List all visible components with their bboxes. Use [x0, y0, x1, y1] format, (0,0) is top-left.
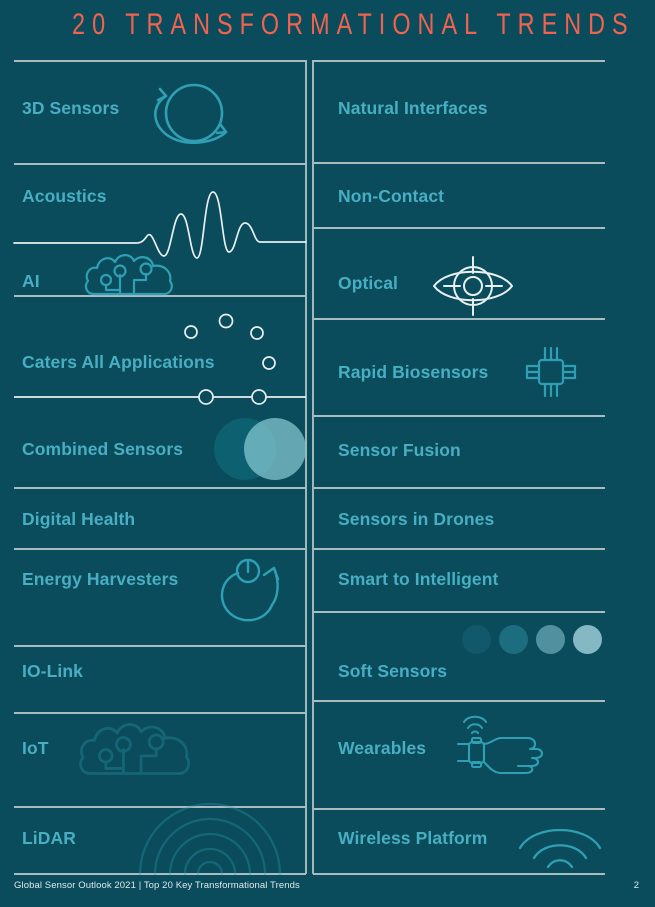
divider-left-0	[14, 60, 306, 62]
concentric-arcs-icon	[130, 802, 290, 876]
divider-left-5	[14, 487, 306, 489]
row-label-lidar[interactable]: LiDAR	[22, 828, 76, 849]
gradient-dots-icon	[462, 623, 607, 655]
cloud-circuit-brain-icon	[84, 250, 176, 296]
divider-right-0	[313, 60, 605, 62]
row-label-caters-all-applications[interactable]: Caters All Applications	[22, 352, 215, 373]
divider-right-10	[313, 873, 605, 875]
row-label-smart-to-intelligent[interactable]: Smart to Intelligent	[338, 569, 498, 590]
divider-left-1	[14, 163, 306, 165]
row-label-io-link[interactable]: IO-Link	[22, 661, 83, 682]
divider-right-7	[313, 611, 605, 613]
chip-icon	[524, 345, 578, 399]
page-title: 20 TRANSFORMATIONAL TRENDS	[72, 8, 635, 41]
row-label-combined-sensors[interactable]: Combined Sensors	[22, 439, 183, 460]
row-label-natural-interfaces[interactable]: Natural Interfaces	[338, 98, 488, 119]
row-label-iot[interactable]: IoT	[22, 738, 49, 759]
divider-left-6	[14, 548, 306, 550]
slide-page: 20 TRANSFORMATIONAL TRENDS 3D Sensors Ac…	[0, 0, 655, 907]
row-label-soft-sensors[interactable]: Soft Sensors	[338, 661, 447, 682]
venn-circle-right	[244, 418, 306, 480]
power-recycle-icon	[212, 557, 290, 627]
row-label-digital-health[interactable]: Digital Health	[22, 509, 135, 530]
divider-right-9	[313, 808, 605, 810]
row-label-sensor-fusion[interactable]: Sensor Fusion	[338, 440, 461, 461]
divider-right-8	[313, 700, 605, 702]
row-label-ai[interactable]: AI	[22, 271, 40, 292]
footer-text: Global Sensor Outlook 2021 | Top 20 Key …	[14, 880, 300, 891]
row-label-rapid-biosensors[interactable]: Rapid Biosensors	[338, 362, 488, 383]
divider-right-4	[313, 415, 605, 417]
divider-right-5	[313, 487, 605, 489]
divider-right-1	[313, 162, 605, 164]
eye-target-icon	[432, 255, 514, 317]
divider-left-8	[14, 712, 306, 714]
orbit-sphere-icon	[142, 76, 240, 154]
row-label-optical[interactable]: Optical	[338, 273, 398, 294]
row-label-energy-harvesters[interactable]: Energy Harvesters	[22, 569, 178, 590]
row-label-acoustics[interactable]: Acoustics	[22, 186, 107, 207]
divider-left-7	[14, 645, 306, 647]
column-divider-right	[312, 60, 314, 874]
row-label-3d-sensors[interactable]: 3D Sensors	[22, 98, 119, 119]
cloud-circuit-brain-faded-icon	[78, 718, 194, 776]
divider-right-2	[313, 227, 605, 229]
divider-right-3	[313, 318, 605, 320]
wifi-arcs-icon	[518, 812, 602, 869]
row-label-wireless-platform[interactable]: Wireless Platform	[338, 828, 487, 849]
row-label-wearables[interactable]: Wearables	[338, 738, 426, 759]
row-label-sensors-in-drones[interactable]: Sensors in Drones	[338, 509, 494, 530]
divider-right-6	[313, 548, 605, 550]
page-number: 2	[633, 880, 639, 891]
row-label-non-contact[interactable]: Non-Contact	[338, 186, 444, 207]
smartwatch-fist-icon	[456, 704, 550, 776]
